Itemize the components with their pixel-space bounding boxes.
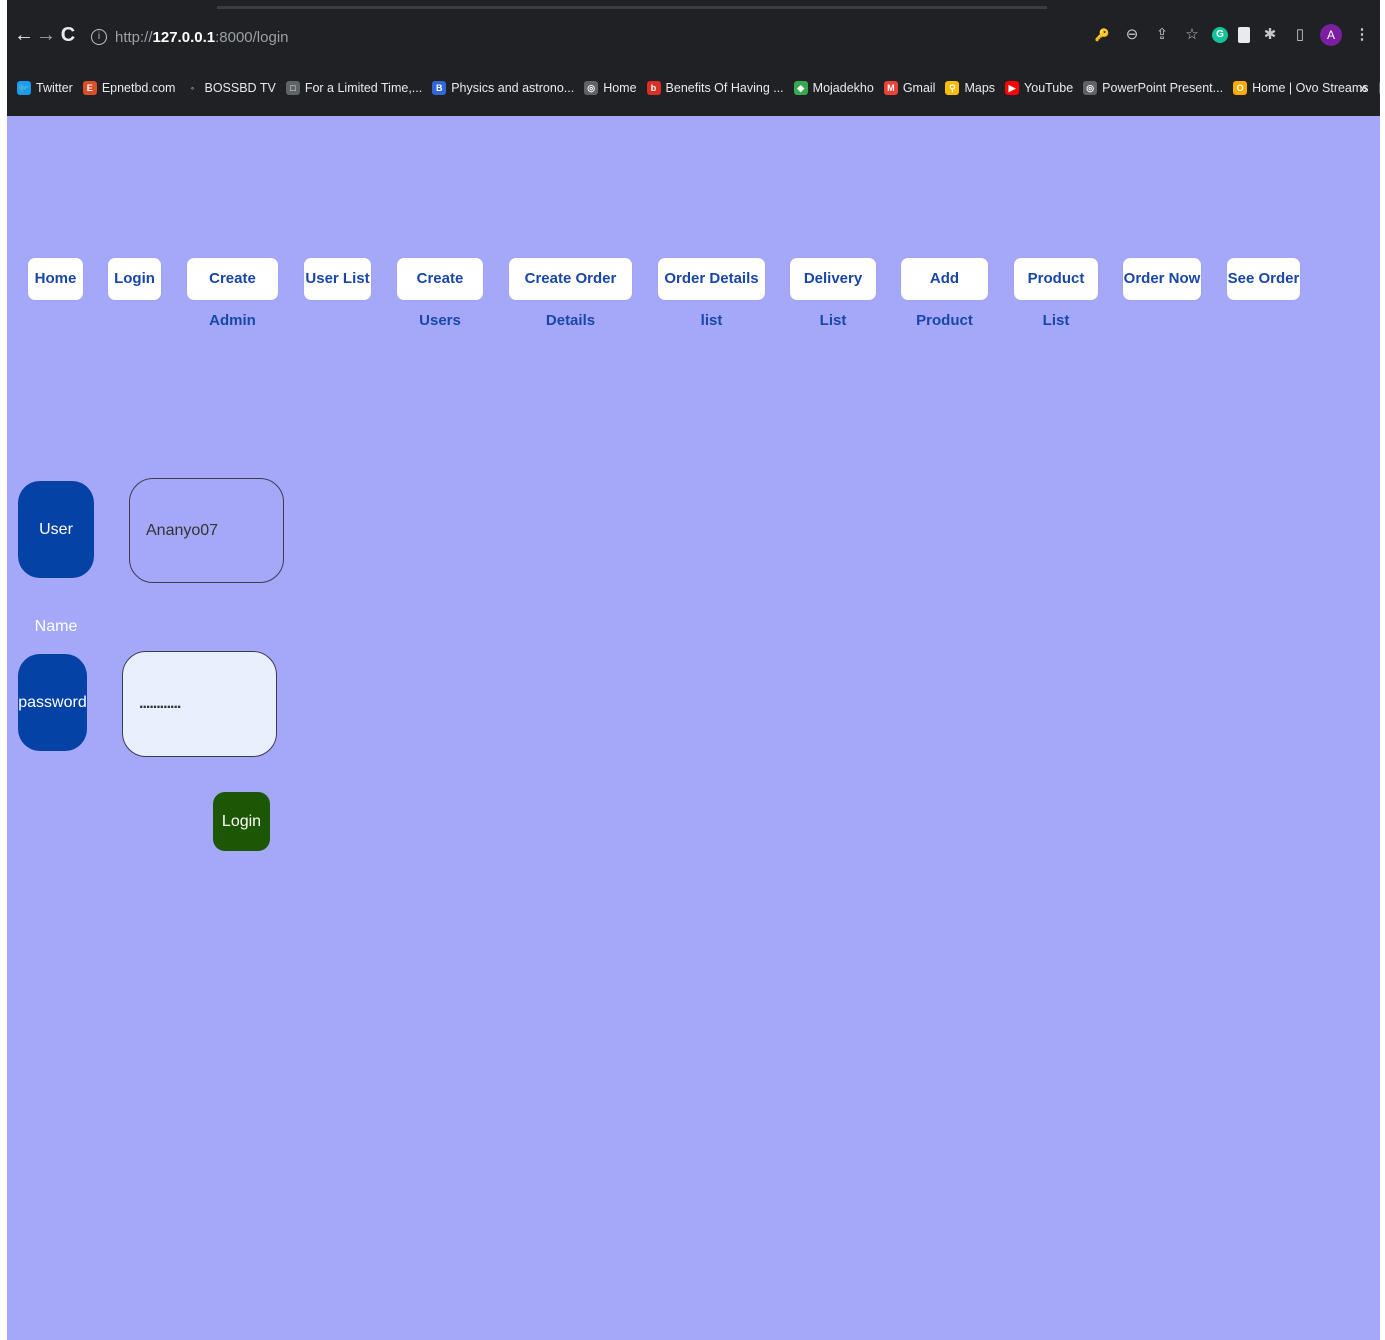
- bookmark-item[interactable]: ⚲ Maps: [945, 81, 995, 95]
- bookmark-icon: b: [646, 81, 661, 95]
- nav-button-order-details-list[interactable]: Order Details list: [658, 258, 765, 329]
- bookmark-icon: ◆: [793, 81, 808, 95]
- address-bar[interactable]: i http://127.0.0.1:8000/login: [85, 18, 1237, 56]
- star-icon[interactable]: ☆: [1182, 25, 1202, 45]
- bookmark-icon: ◎: [584, 81, 599, 95]
- nav-button-user-list[interactable]: User List: [304, 258, 371, 300]
- bookmark-item[interactable]: ◎CS Research: [1378, 81, 1380, 95]
- info-icon[interactable]: i: [91, 29, 107, 45]
- bookmark-label: Gmail: [902, 81, 936, 95]
- bookmark-icon: ◦: [185, 81, 200, 95]
- bookmark-item[interactable]: 🐦 Twitter: [17, 81, 73, 95]
- bookmark-icon: M: [883, 81, 898, 95]
- bookmark-label: Twitter: [36, 81, 73, 95]
- bookmark-icon: ◎: [1083, 81, 1098, 95]
- browser-chrome: ← → C i http://127.0.0.1:8000/login 🔑 ⊖ …: [7, 0, 1380, 116]
- tab-strip-line: [217, 6, 1047, 9]
- bookmark-icon: B: [432, 81, 447, 95]
- password-label: password: [18, 654, 87, 751]
- forward-icon[interactable]: →: [35, 24, 57, 47]
- bookmark-item[interactable]: E Epnetbd.com: [82, 81, 176, 95]
- toolbar-icons: 🔑 ⊖ ⇪ ☆ G ✱ ▯ A ⋮: [1092, 24, 1372, 46]
- bookmark-label: Home: [603, 81, 637, 95]
- nav-button-add-product[interactable]: Add Product: [901, 258, 988, 329]
- extension-icon[interactable]: [1238, 27, 1250, 43]
- nav-menu: Home Login Create Admin User List Create Use…: [7, 258, 1380, 329]
- bookmark-item[interactable]: ◎ PowerPoint Present...: [1083, 81, 1223, 95]
- window-icon[interactable]: ▯: [1290, 25, 1310, 45]
- bookmark-item[interactable]: O Home | Ovo Streams: [1233, 81, 1369, 95]
- bookmark-item[interactable]: ◦ BOSSBD TV: [185, 81, 276, 95]
- bookmark-label: Physics and astrono...: [451, 81, 575, 95]
- share-icon[interactable]: ⇪: [1152, 25, 1172, 45]
- nav-button-home[interactable]: Home: [28, 258, 83, 300]
- menu-icon[interactable]: ⋮: [1352, 25, 1372, 45]
- browser-toolbar: ← → C i http://127.0.0.1:8000/login 🔑 ⊖ …: [7, 18, 1380, 62]
- bookmark-label: Maps: [964, 81, 996, 95]
- nav-button-create-order-details[interactable]: Create Order Details: [509, 258, 632, 329]
- nav-button-product-list[interactable]: Product List: [1014, 258, 1098, 329]
- reload-icon[interactable]: C: [57, 24, 79, 47]
- bookmark-icon: □: [285, 81, 300, 95]
- bookmark-item[interactable]: ◆ Mojadekho: [793, 81, 874, 95]
- bookmark-icon: ◎: [1378, 81, 1380, 95]
- url-host: 127.0.0.1: [152, 28, 216, 46]
- bookmark-label: BOSSBD TV: [204, 81, 276, 95]
- bookmarks-bar: 🐦 Twitter E Epnetbd.com ◦ BOSSBD TV □ For a Lim…: [7, 74, 1380, 102]
- nav-button-login[interactable]: Login: [108, 258, 161, 300]
- back-icon[interactable]: ←: [13, 24, 35, 47]
- nav-button-order-now[interactable]: Order Now: [1123, 258, 1201, 300]
- bookmark-item[interactable]: ▶ YouTube: [1005, 81, 1073, 95]
- bookmark-item[interactable]: ◎ Home: [584, 81, 637, 95]
- url-path: :8000/login: [215, 28, 289, 46]
- bookmark-icon: 🐦: [17, 81, 31, 95]
- nav-button-create-admin[interactable]: Create Admin: [187, 258, 278, 329]
- bookmark-item[interactable]: □ For a Limited Time,...: [285, 81, 423, 95]
- zoom-icon[interactable]: ⊖: [1122, 25, 1142, 45]
- bookmark-icon: ⚲: [945, 81, 960, 95]
- login-button[interactable]: Login: [213, 792, 270, 851]
- bookmark-label: Epnetbd.com: [101, 81, 176, 95]
- page-body: Home Login Create Admin User List Create Use…: [7, 116, 1380, 1340]
- nav-button-delivery-list[interactable]: Delivery List: [790, 258, 876, 329]
- bookmark-label: For a Limited Time,...: [304, 81, 423, 95]
- password-input[interactable]: ............: [122, 651, 277, 757]
- nav-button-create-users[interactable]: Create Users: [397, 258, 483, 329]
- bookmark-label: Home | Ovo Streams: [1252, 81, 1369, 95]
- bookmark-item[interactable]: M Gmail: [883, 81, 936, 95]
- bookmark-icon: O: [1233, 81, 1248, 95]
- bookmark-item[interactable]: B Physics and astrono...: [432, 81, 574, 95]
- bookmark-label: PowerPoint Present...: [1102, 81, 1224, 95]
- bookmark-label: Mojadekho: [812, 81, 874, 95]
- bookmark-item[interactable]: b Benefits Of Having ...: [646, 81, 784, 95]
- url-scheme: http://: [115, 28, 153, 46]
- username-input[interactable]: Ananyo07: [129, 478, 284, 583]
- key-icon[interactable]: 🔑: [1092, 25, 1112, 45]
- more-bookmarks-icon[interactable]: »: [1359, 80, 1368, 98]
- bookmark-icon: ▶: [1005, 81, 1020, 95]
- bookmark-label: YouTube: [1024, 81, 1074, 95]
- bookmark-icon: E: [82, 81, 97, 95]
- puzzle-icon[interactable]: ✱: [1260, 25, 1280, 45]
- avatar[interactable]: A: [1320, 24, 1342, 46]
- grammarly-extension-icon[interactable]: G: [1212, 27, 1228, 43]
- nav-button-see-order[interactable]: See Order: [1227, 258, 1300, 300]
- bookmark-label: Benefits Of Having ...: [665, 81, 784, 95]
- username-label: User Name: [18, 481, 94, 635]
